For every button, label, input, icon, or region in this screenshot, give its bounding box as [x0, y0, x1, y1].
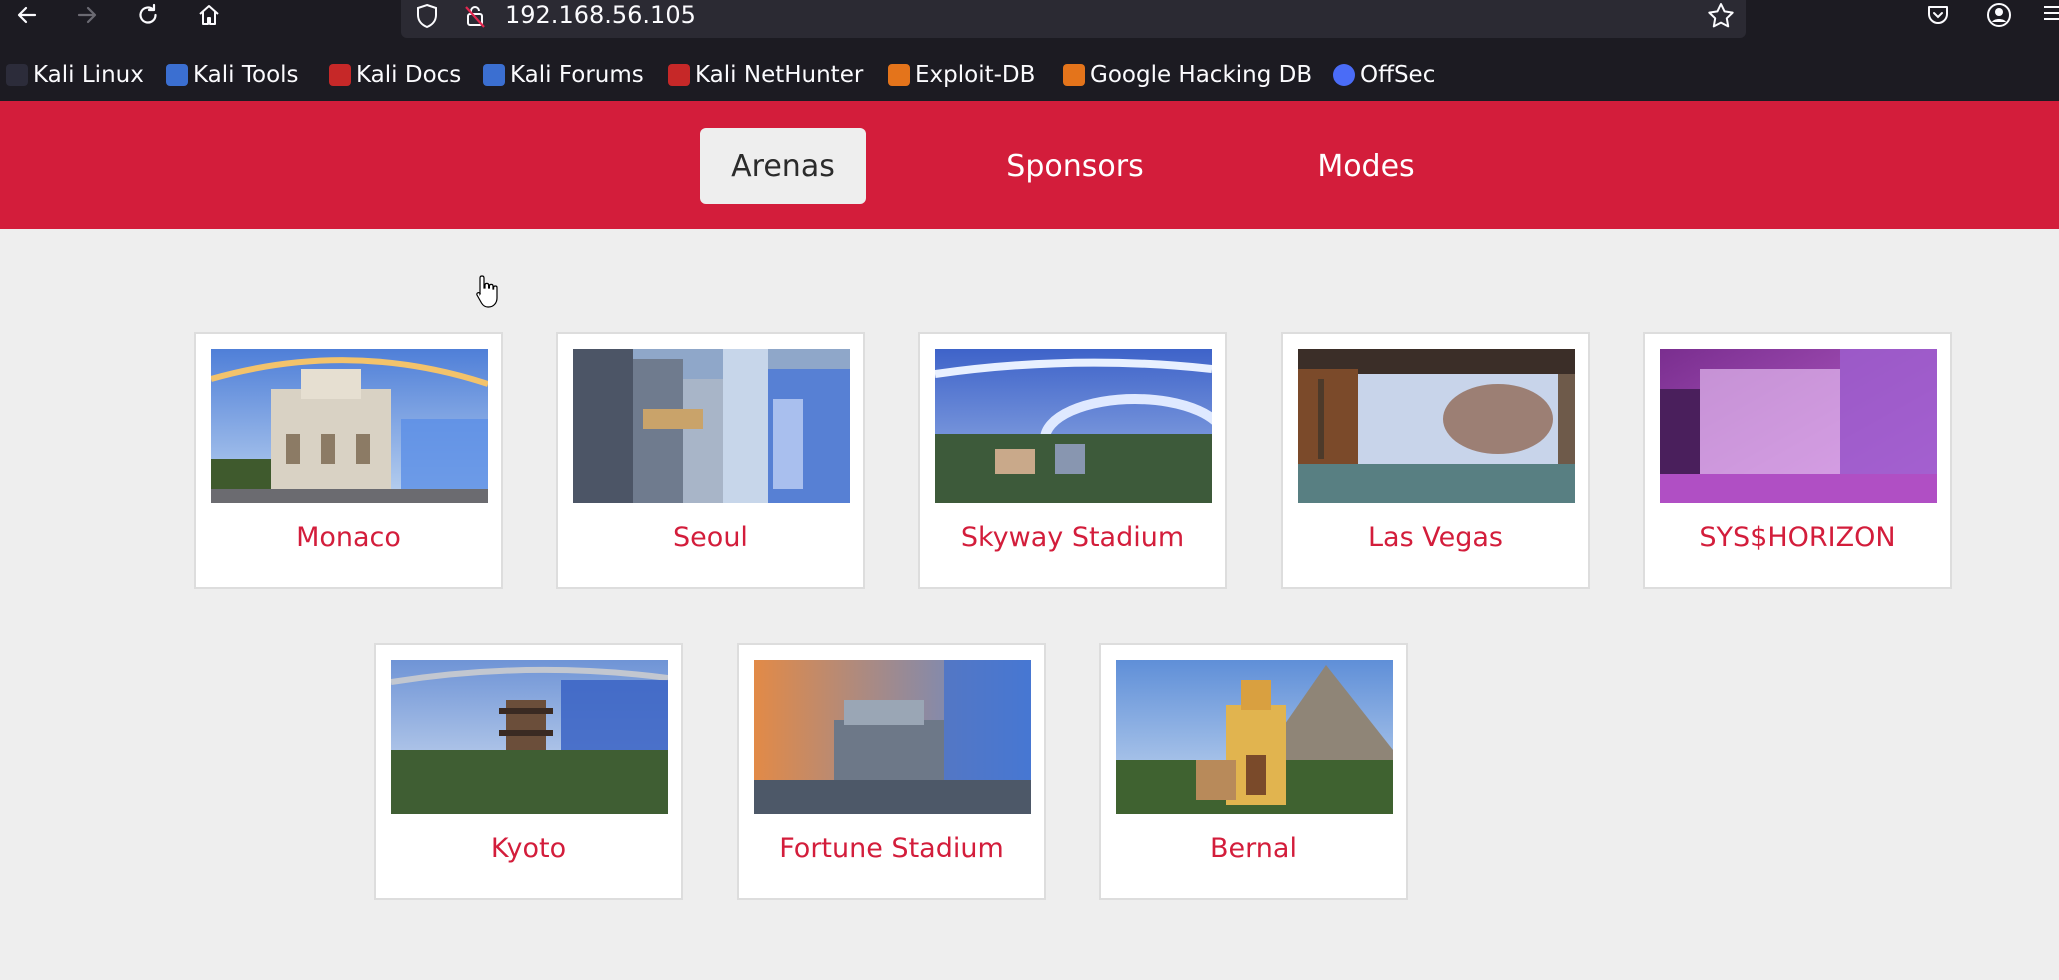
browser-chrome: 192.168.56.105 Kali Linux Kali Tools Kal… — [0, 0, 2059, 101]
arena-card-seoul[interactable]: Seoul — [556, 332, 865, 589]
bookmark-kali-tools[interactable]: Kali Tools — [166, 50, 299, 100]
arena-card-sys-horizon[interactable]: SYS$HORIZON — [1643, 332, 1952, 589]
kali-forums-icon — [483, 64, 505, 86]
exploit-db-icon — [888, 64, 910, 86]
bookmark-exploit-db[interactable]: Exploit-DB — [888, 50, 1035, 100]
arena-name: Monaco — [296, 522, 401, 553]
bookmark-label: Kali Docs — [356, 62, 462, 88]
bookmark-label: Exploit-DB — [915, 62, 1036, 88]
kali-nethunter-icon — [668, 64, 690, 86]
bookmark-google-hacking-db[interactable]: Google Hacking DB — [1063, 50, 1312, 100]
bookmark-star-icon[interactable] — [1706, 1, 1736, 31]
site-navbar: Arenas Sponsors Modes — [0, 101, 2059, 229]
offsec-icon — [1333, 64, 1355, 86]
reload-icon — [139, 3, 157, 24]
arrow-right-icon — [77, 6, 97, 24]
bookmark-offsec[interactable]: OffSec — [1333, 50, 1435, 100]
bookmark-kali-docs[interactable]: Kali Docs — [329, 50, 461, 100]
bookmark-kali-forums[interactable]: Kali Forums — [483, 50, 644, 100]
tab-modes[interactable]: Modes — [1298, 128, 1434, 204]
arena-card-kyoto[interactable]: Kyoto — [374, 643, 683, 900]
arena-thumbnail-bernal — [1116, 660, 1393, 814]
forward-button[interactable] — [68, 0, 106, 30]
arena-name: Fortune Stadium — [779, 833, 1004, 864]
bookmark-label: Kali Tools — [193, 62, 299, 88]
arena-thumbnail-monaco — [211, 349, 488, 503]
arena-card-skyway-stadium[interactable]: Skyway Stadium — [918, 332, 1227, 589]
arena-card-las-vegas[interactable]: Las Vegas — [1281, 332, 1590, 589]
bookmark-label: Kali Linux — [33, 62, 144, 88]
kali-dragon-icon — [6, 64, 28, 86]
arena-thumbnail-las-vegas — [1298, 349, 1575, 503]
ghdb-icon — [1063, 64, 1085, 86]
tab-arenas[interactable]: Arenas — [700, 128, 866, 204]
arena-card-bernal[interactable]: Bernal — [1099, 643, 1408, 900]
account-icon[interactable] — [1985, 1, 2013, 29]
tab-sponsors[interactable]: Sponsors — [990, 128, 1160, 204]
arena-name: Bernal — [1210, 833, 1297, 864]
extensions-menu-icon[interactable] — [2040, 1, 2059, 29]
bookmarks-toolbar: Kali Linux Kali Tools Kali Docs Kali For… — [0, 50, 2059, 100]
bookmark-label: Kali Forums — [510, 62, 644, 88]
browser-toolbar: 192.168.56.105 — [0, 0, 2059, 38]
arena-name: Kyoto — [490, 833, 567, 864]
home-button[interactable] — [190, 0, 228, 30]
arena-thumbnail-sys-horizon — [1660, 349, 1937, 503]
bookmark-kali-linux[interactable]: Kali Linux — [6, 50, 144, 100]
arena-thumbnail-kyoto — [391, 660, 668, 814]
arena-name: Las Vegas — [1368, 522, 1503, 553]
arrow-left-icon — [17, 6, 37, 24]
arena-thumbnail-skyway-stadium — [935, 349, 1212, 503]
kali-tools-icon — [166, 64, 188, 86]
back-button[interactable] — [8, 0, 46, 30]
bookmark-label: Kali NetHunter — [695, 62, 864, 88]
arena-card-monaco[interactable]: Monaco — [194, 332, 503, 589]
bookmark-label: Google Hacking DB — [1090, 62, 1313, 88]
arena-thumbnail-fortune-stadium — [754, 660, 1031, 814]
kali-docs-icon — [329, 64, 351, 86]
bookmark-kali-nethunter[interactable]: Kali NetHunter — [668, 50, 863, 100]
arena-name: SYS$HORIZON — [1699, 522, 1896, 553]
reload-button[interactable] — [129, 0, 167, 30]
url-bar[interactable]: 192.168.56.105 — [401, 0, 1746, 38]
bookmark-label: OffSec — [1360, 62, 1436, 88]
shield-icon[interactable] — [413, 2, 441, 30]
insecure-lock-icon[interactable] — [461, 2, 489, 30]
url-text[interactable]: 192.168.56.105 — [505, 0, 696, 31]
arena-card-fortune-stadium[interactable]: Fortune Stadium — [737, 643, 1046, 900]
home-icon — [199, 5, 219, 25]
hand-pointer-cursor-icon — [476, 275, 498, 308]
arena-name: Skyway Stadium — [960, 522, 1185, 553]
arena-thumbnail-seoul — [573, 349, 850, 503]
arena-name: Seoul — [673, 522, 748, 553]
pocket-icon[interactable] — [1924, 1, 1952, 29]
